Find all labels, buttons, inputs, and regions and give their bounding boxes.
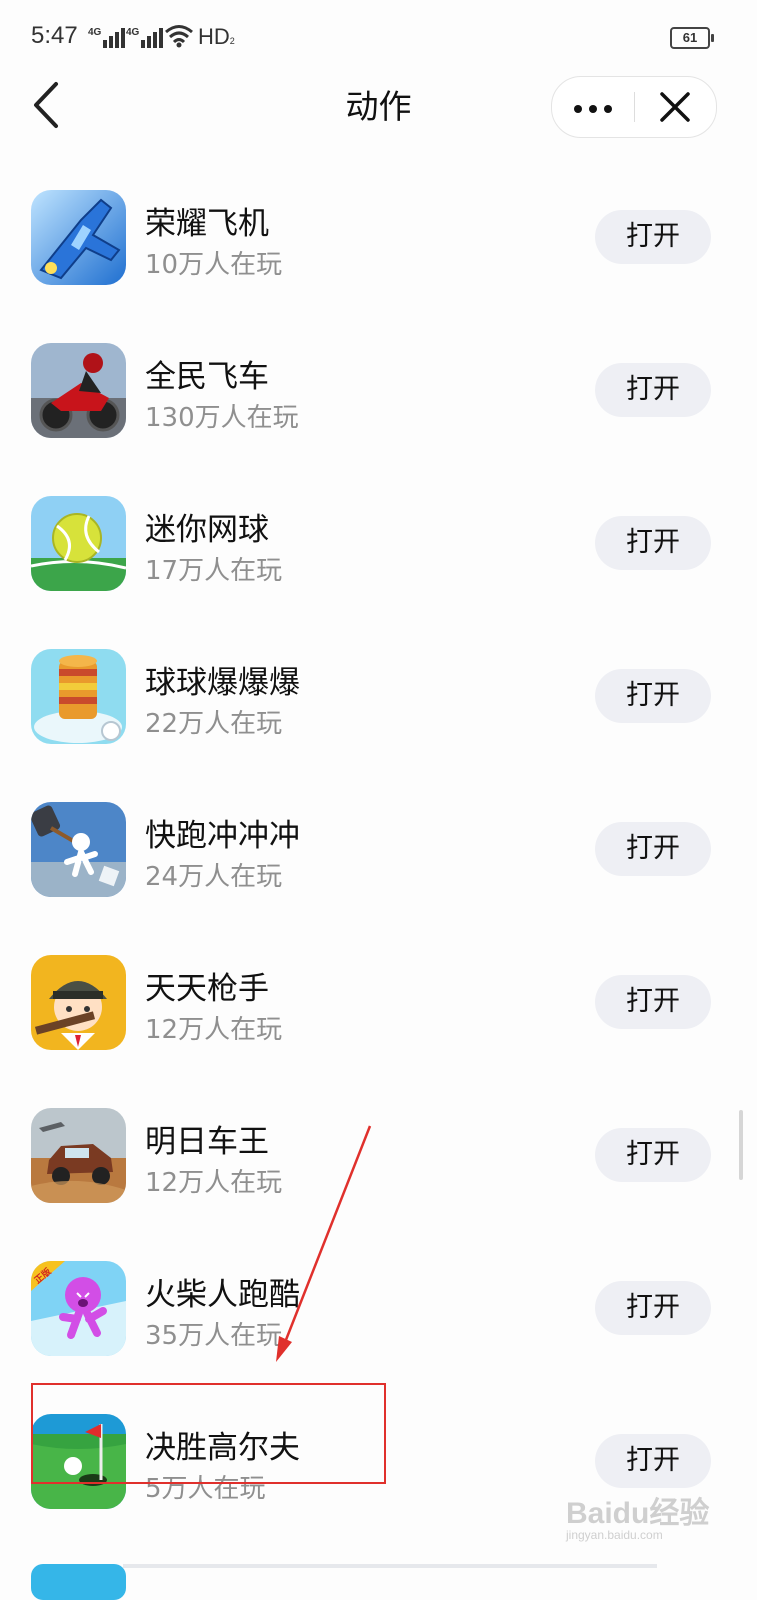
list-item[interactable]: 全民飞车 130万人在玩 打开 <box>0 321 757 461</box>
player-count: 24万人在玩 <box>145 862 283 892</box>
open-button[interactable]: 打开 <box>595 1128 711 1182</box>
list-item[interactable]: 荣耀飞机 10万人在玩 打开 <box>0 168 757 308</box>
list-item[interactable]: 球球爆爆爆 22万人在玩 打开 <box>0 627 757 767</box>
mini-program-capsule <box>551 76 717 138</box>
more-button[interactable] <box>552 77 634 137</box>
runner-hammer-icon <box>31 802 126 897</box>
list-item[interactable]: 快跑冲冲冲 24万人在玩 打开 <box>0 780 757 920</box>
game-name: 火柴人跑酷 <box>145 1277 300 1313</box>
cellular-signal-icon: 4G <box>88 24 127 48</box>
open-button[interactable]: 打开 <box>595 1281 711 1335</box>
open-button[interactable]: 打开 <box>595 1434 711 1488</box>
list-item[interactable]: 天天枪手 12万人在玩 打开 <box>0 933 757 1073</box>
player-count: 130万人在玩 <box>145 403 299 433</box>
player-count: 22万人在玩 <box>145 709 283 739</box>
scrollbar[interactable] <box>739 1110 743 1180</box>
wifi-icon <box>165 25 193 48</box>
close-icon <box>660 92 690 122</box>
game-name: 天天枪手 <box>145 971 269 1007</box>
hd-voice-indicator: HD2 <box>198 24 235 49</box>
purple-runner-icon: 正版 <box>31 1261 126 1356</box>
open-button[interactable]: 打开 <box>595 822 711 876</box>
next-item-peek <box>31 1560 657 1600</box>
game-name: 迷你网球 <box>145 512 269 548</box>
player-count: 17万人在玩 <box>145 556 283 586</box>
mini-program-page: 5:47 4G 4G HD2 61 动作 荣耀飞机 10万人在玩 打开 全民飞车… <box>0 0 757 1600</box>
annotation-highlight-box <box>31 1383 386 1484</box>
tennis-ball-icon <box>31 496 126 591</box>
battery-icon: 61 <box>670 27 714 49</box>
open-button[interactable]: 打开 <box>595 210 711 264</box>
baidu-watermark: Baidu经验 jingyan.baidu.com <box>566 1497 710 1542</box>
game-name: 球球爆爆爆 <box>145 665 300 701</box>
jet-fighter-icon <box>31 190 126 285</box>
game-name: 全民飞车 <box>145 359 269 395</box>
more-dots-icon <box>574 105 582 113</box>
close-button[interactable] <box>635 77 715 137</box>
stacked-rings-icon <box>31 649 126 744</box>
list-item[interactable]: 明日车王 12万人在玩 打开 <box>0 1086 757 1226</box>
motorcycle-icon <box>31 343 126 438</box>
status-time: 5:47 <box>31 22 78 49</box>
open-button[interactable]: 打开 <box>595 975 711 1029</box>
game-name: 明日车王 <box>145 1124 269 1160</box>
list-item[interactable]: 迷你网球 17万人在玩 打开 <box>0 474 757 614</box>
status-bar: 5:47 4G 4G HD2 61 <box>0 0 757 72</box>
game-name: 快跑冲冲冲 <box>145 818 300 854</box>
helmet-gunner-icon <box>31 955 126 1050</box>
game-name: 荣耀飞机 <box>145 206 269 242</box>
cellular-signal-icon: 4G <box>126 24 165 48</box>
open-button[interactable]: 打开 <box>595 669 711 723</box>
offroad-truck-icon <box>31 1108 126 1203</box>
open-button[interactable]: 打开 <box>595 516 711 570</box>
player-count: 12万人在玩 <box>145 1168 283 1198</box>
list-item[interactable]: 正版 火柴人跑酷 35万人在玩 打开 <box>0 1239 757 1379</box>
player-count: 10万人在玩 <box>145 250 283 280</box>
player-count: 35万人在玩 <box>145 1321 283 1351</box>
open-button[interactable]: 打开 <box>595 363 711 417</box>
player-count: 12万人在玩 <box>145 1015 283 1045</box>
